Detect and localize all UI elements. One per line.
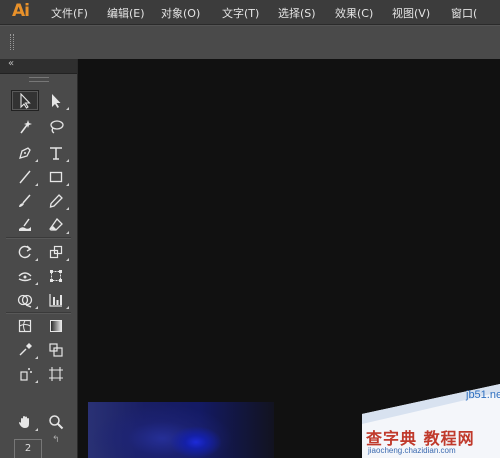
- paintbrush-tool[interactable]: [11, 190, 39, 211]
- panel-grip[interactable]: [29, 77, 49, 82]
- selection-arrow-icon: [20, 92, 31, 109]
- tool-separator: [6, 237, 71, 239]
- zoom-tool[interactable]: [42, 411, 70, 432]
- blob-brush-tool[interactable]: [11, 214, 39, 235]
- shape-builder-icon: [17, 294, 33, 308]
- mesh-tool[interactable]: [11, 315, 39, 336]
- symbol-sprayer-tool[interactable]: [11, 363, 39, 384]
- watermark-site: jb51.net: [466, 389, 500, 401]
- menu-object[interactable]: 对象(O): [161, 5, 200, 21]
- menu-edit[interactable]: 编辑(E): [107, 5, 145, 21]
- control-bar-grip[interactable]: [10, 34, 14, 50]
- tools-panel-tab: «: [0, 58, 77, 74]
- pencil-icon: [49, 193, 63, 208]
- menu-window[interactable]: 窗口(: [451, 5, 477, 21]
- magnifier-icon: [49, 414, 64, 429]
- line-segment-tool[interactable]: [11, 166, 39, 187]
- graph-tool[interactable]: [42, 289, 70, 310]
- width-icon: [18, 271, 32, 281]
- pen-tool[interactable]: [11, 142, 39, 163]
- app-logo: Ai: [12, 1, 30, 21]
- menu-effect[interactable]: 效果(C): [335, 5, 373, 21]
- type-tool[interactable]: [42, 142, 70, 163]
- blob-brush-icon: [19, 218, 31, 231]
- shape-builder-tool[interactable]: [11, 289, 39, 310]
- free-transform-icon: [50, 269, 62, 282]
- lasso-icon: [50, 119, 64, 134]
- swap-fill-stroke-icon[interactable]: ↰: [52, 435, 60, 445]
- width-tool[interactable]: [11, 265, 39, 286]
- gradient-tool[interactable]: [42, 315, 70, 336]
- direct-selection-arrow-icon: [52, 93, 61, 108]
- eraser-icon: [49, 217, 63, 231]
- pen-nib-icon: [19, 146, 31, 159]
- selection-tool[interactable]: [11, 90, 39, 111]
- blend-icon: [49, 342, 63, 357]
- fill-stroke-swatch[interactable]: 2: [14, 439, 42, 458]
- gradient-icon: [50, 319, 62, 332]
- symbol-sprayer-icon: [20, 367, 32, 381]
- menu-bar: Ai 文件(F) 编辑(E) 对象(O) 文字(T) 选择(S) 效果(C) 视…: [0, 0, 500, 25]
- tools-panel: « 2 ↰: [0, 58, 78, 458]
- rotate-tool[interactable]: [11, 241, 39, 262]
- line-segment-icon: [19, 170, 31, 183]
- magic-wand-tool[interactable]: [11, 116, 39, 137]
- rotate-icon: [18, 245, 32, 258]
- control-bar: [0, 25, 500, 60]
- paintbrush-icon: [19, 194, 31, 207]
- rectangle-icon: [49, 171, 63, 182]
- menu-select[interactable]: 选择(S): [278, 5, 316, 21]
- magic-wand-icon: [20, 119, 32, 133]
- lasso-tool[interactable]: [42, 116, 70, 137]
- column-graph-icon: [49, 293, 62, 307]
- watermark-url: jiaocheng.chazidian.com: [368, 446, 456, 455]
- mesh-icon: [18, 319, 32, 332]
- eraser-tool[interactable]: [42, 214, 70, 235]
- collapse-icon[interactable]: «: [8, 58, 14, 69]
- blue-gradient-artwork[interactable]: [88, 402, 274, 458]
- free-transform-tool[interactable]: [42, 265, 70, 286]
- artboard-tool[interactable]: [42, 363, 70, 384]
- pencil-tool[interactable]: [42, 190, 70, 211]
- artboard-icon: [49, 366, 63, 381]
- hand-icon: [19, 415, 29, 428]
- menu-file[interactable]: 文件(F): [51, 5, 88, 21]
- eyedropper-tool[interactable]: [11, 339, 39, 360]
- hand-tool[interactable]: [11, 411, 39, 432]
- rectangle-tool[interactable]: [42, 166, 70, 187]
- blend-tool[interactable]: [42, 339, 70, 360]
- direct-selection-tool[interactable]: [42, 90, 70, 111]
- menu-type[interactable]: 文字(T): [222, 5, 259, 21]
- menu-view[interactable]: 视图(V): [392, 5, 430, 21]
- tool-separator: [6, 312, 71, 314]
- eyedropper-icon: [19, 342, 32, 355]
- watermark: jb51.net 查字典 教程网 jiaocheng.chazidian.com: [362, 384, 500, 458]
- scale-tool[interactable]: [42, 241, 70, 262]
- scale-icon: [49, 245, 63, 258]
- type-t-icon: [50, 146, 62, 160]
